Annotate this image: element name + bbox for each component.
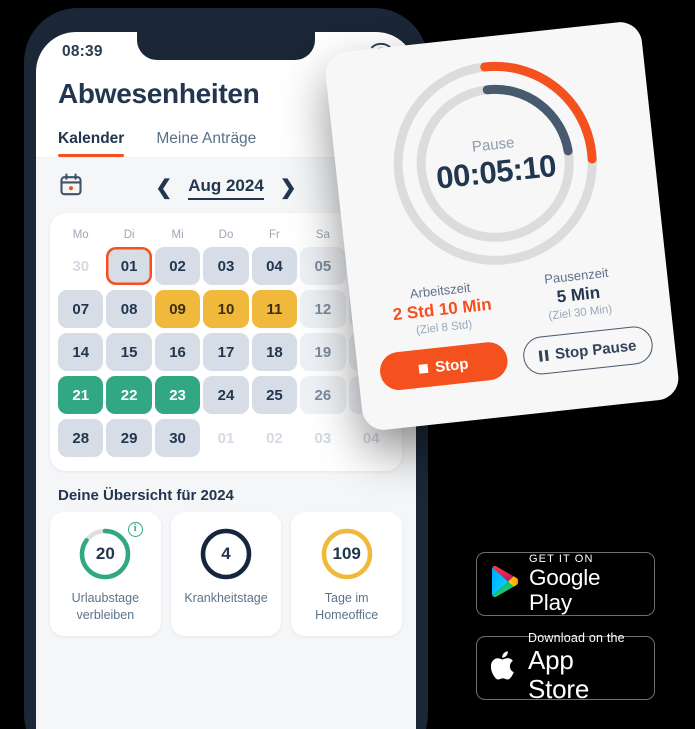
stat-ring: 109 — [319, 526, 375, 582]
calendar-day-weekend[interactable]: 26 — [300, 376, 346, 414]
calendar-day-header: Sa — [315, 229, 330, 241]
calendar-day-weekend[interactable]: 12 — [300, 290, 346, 328]
timer-center: Pause 00:05:10 — [377, 45, 613, 281]
calendar-day-filled[interactable]: 28 — [58, 419, 104, 457]
calendar-day-header: Mi — [171, 229, 184, 241]
tab-kalender[interactable]: Kalender — [58, 130, 125, 157]
timer-card: Pause 00:05:10 Arbeitszeit 2 Std 10 Min … — [323, 19, 681, 433]
calendar-day-filled[interactable]: 04 — [251, 247, 298, 285]
stop-square-icon — [418, 363, 429, 374]
stat-pausenzeit: Pausenzeit 5 Min (Ziel 30 Min) — [507, 261, 649, 326]
stop-pause-button-label: Stop Pause — [554, 336, 638, 363]
screenshot-stage: 08:39 Abwesenheiten Kalender Meine Anträ… — [0, 0, 695, 729]
calendar-day-filled[interactable]: 03 — [203, 247, 249, 285]
calendar-day-filled[interactable]: 02 — [154, 247, 201, 285]
stat-value: 4 — [221, 544, 231, 563]
overview-stat-row: i 20 Urlaubstage verbleiben 4 Krankheitstage… — [36, 512, 416, 636]
tab-meine-antraege[interactable]: Meine Anträge — [156, 130, 256, 157]
stop-button[interactable]: Stop — [378, 340, 510, 392]
overview-title: Deine Übersicht für 2024 — [58, 487, 234, 504]
stat-ring: 4 — [198, 526, 254, 582]
app-store-badge-small: Download on the — [528, 631, 625, 646]
page-title: Abwesenheiten — [58, 78, 260, 109]
stat-value: 109 — [332, 544, 361, 563]
calendar-day-header: Do — [218, 229, 234, 241]
calendar-day-home[interactable]: 11 — [251, 290, 298, 328]
stat-label: Krankheitstage — [184, 591, 268, 605]
calendar-icon[interactable] — [58, 172, 84, 203]
calendar-day-weekend[interactable]: 05 — [300, 247, 346, 285]
calendar-day-filled[interactable]: 24 — [203, 376, 249, 414]
apple-icon — [490, 649, 518, 687]
calendar-day-filled[interactable]: 14 — [58, 333, 104, 371]
calendar-day-muted: 30 — [72, 257, 90, 275]
calendar-day-filled[interactable]: 25 — [251, 376, 298, 414]
calendar-day-filled[interactable]: 16 — [154, 333, 201, 371]
timer-elapsed: 00:05:10 — [434, 147, 558, 196]
calendar-day-header: Mo — [72, 229, 89, 241]
stat-label: Tage im Homeoffice — [315, 591, 379, 622]
google-play-badge[interactable]: GET IT ON Google Play — [476, 552, 655, 616]
calendar-day-muted: 01 — [217, 429, 235, 447]
calendar-day-vacation[interactable]: 22 — [106, 376, 152, 414]
overview-stat-card[interactable]: 109 Tage im Homeoffice — [291, 512, 403, 636]
chevron-left-icon[interactable]: ❮ — [155, 178, 172, 198]
stat-ring: 20 — [77, 526, 133, 582]
calendar-day-vacation[interactable]: 23 — [154, 376, 201, 414]
calendar-day-home[interactable]: 09 — [154, 290, 201, 328]
google-play-badge-big: Google Play — [529, 564, 601, 616]
chevron-right-icon[interactable]: ❯ — [280, 178, 297, 198]
overview-stat-card[interactable]: 4 Krankheitstage — [170, 512, 282, 636]
calendar-day-home[interactable]: 10 — [203, 290, 249, 328]
timer-rings: Pause 00:05:10 — [377, 45, 613, 281]
calendar-month-label[interactable]: Aug 2024 — [188, 176, 264, 200]
stat-arbeitszeit: Arbeitszeit 2 Std 10 Min (Ziel 8 Std) — [371, 276, 513, 341]
stat-value: 20 — [95, 544, 115, 563]
google-play-icon — [491, 565, 519, 602]
calendar-day-filled[interactable]: 07 — [58, 290, 104, 328]
calendar-day-filled[interactable]: 29 — [106, 419, 152, 457]
calendar-day-muted: 03 — [314, 429, 332, 447]
stat-label: Urlaubstage verbleiben — [71, 591, 140, 622]
calendar-day-filled[interactable]: 18 — [251, 333, 298, 371]
calendar-day-header: Di — [123, 229, 135, 241]
calendar-day-weekend[interactable]: 19 — [300, 333, 346, 371]
phone-notch — [137, 32, 315, 60]
calendar-day-filled[interactable]: 17 — [203, 333, 249, 371]
google-play-badge-small: GET IT ON — [529, 552, 594, 565]
calendar-day-vacation[interactable]: 21 — [58, 376, 104, 414]
stop-pause-button[interactable]: Stop Pause — [521, 324, 655, 377]
calendar-day-today[interactable]: 01 — [106, 247, 152, 285]
store-badges: GET IT ON Google Play Download on the Ap… — [476, 552, 655, 720]
status-time: 08:39 — [62, 43, 103, 60]
app-store-badge[interactable]: Download on the App Store — [476, 631, 655, 703]
calendar-day-grid: 3001020304050607080910111213141516171819… — [58, 247, 394, 457]
calendar-day-header: Fr — [268, 229, 280, 241]
pause-bars-icon — [539, 349, 549, 362]
calendar-day-filled[interactable]: 08 — [106, 290, 152, 328]
calendar-day-filled[interactable]: 15 — [106, 333, 152, 371]
stop-button-label: Stop — [434, 354, 470, 376]
app-store-badge-big: App Store — [528, 644, 590, 704]
calendar-day-filled[interactable]: 30 — [154, 419, 201, 457]
calendar-day-muted: 02 — [266, 429, 283, 447]
overview-stat-card[interactable]: i 20 Urlaubstage verbleiben — [50, 512, 161, 636]
